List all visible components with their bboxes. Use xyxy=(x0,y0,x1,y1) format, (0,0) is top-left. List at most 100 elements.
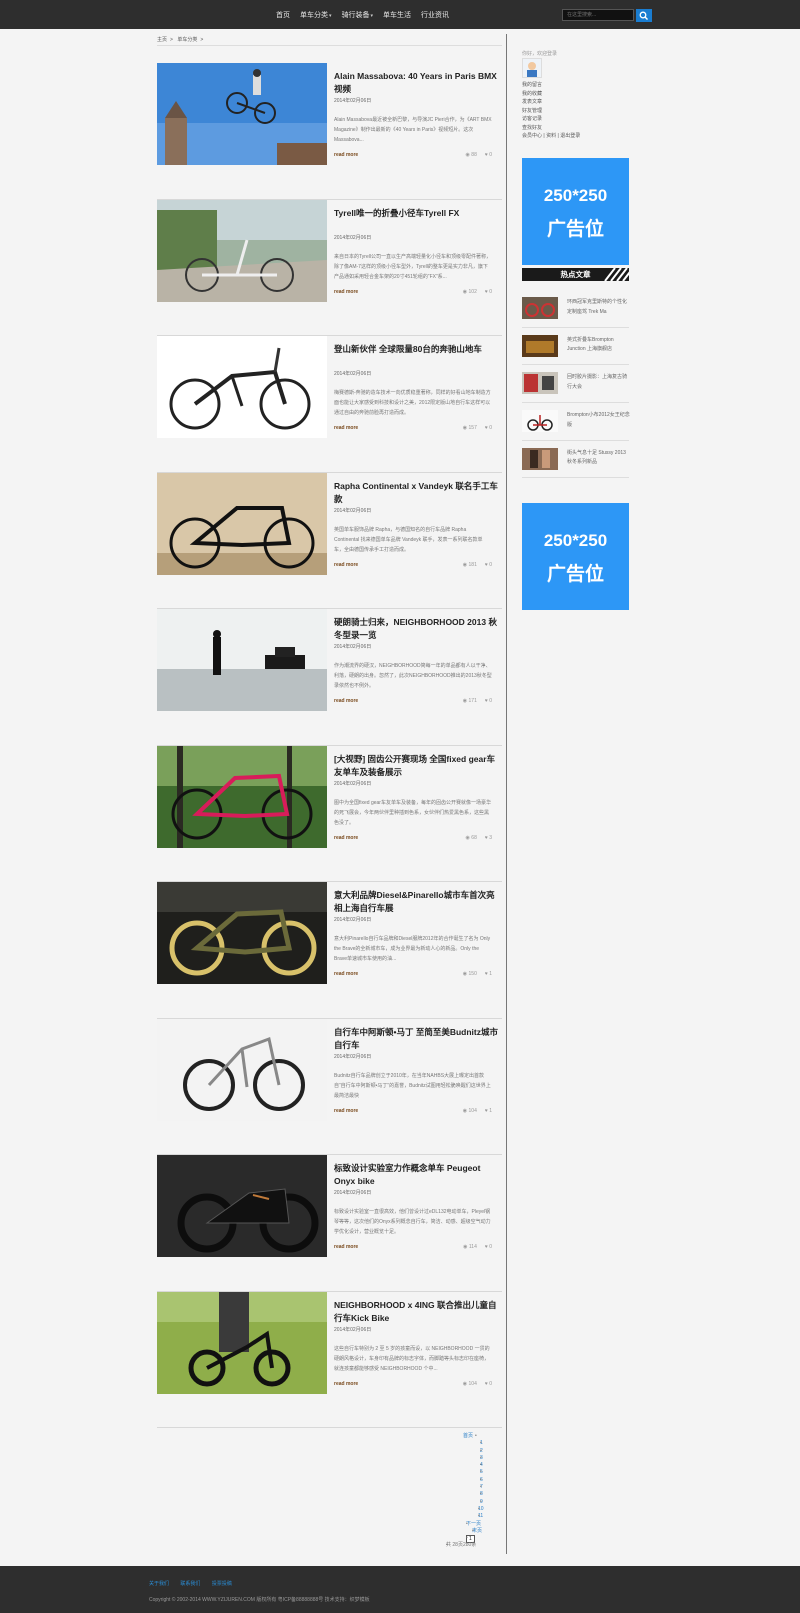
article-thumbnail[interactable] xyxy=(157,199,327,302)
hot-article-thumbnail[interactable] xyxy=(522,447,558,470)
breadcrumb-category[interactable]: 单车分类 xyxy=(177,37,197,43)
hot-article-item[interactable]: Brompton小布2012女王纪念版 xyxy=(522,403,631,441)
article-excerpt: Alain Massabova最近被全新巴黎，与导演JC Pieri合作，为《A… xyxy=(334,117,492,143)
article-title[interactable]: Alain Massabova: 40 Years in Paris BMX 视… xyxy=(334,70,502,96)
article-item: 硬朗骑士归来，NEIGHBORHOOD 2013 秋冬型录一览 2014年02月… xyxy=(157,609,502,746)
article-title[interactable]: 意大利品牌Diesel&Pinarello城市车首次亮相上海自行车展 xyxy=(334,889,502,915)
read-more-link[interactable]: read more xyxy=(334,971,358,977)
hot-article-item[interactable]: 街头气息十足 Stussy 2013 秋冬系列新品 xyxy=(522,441,629,479)
article-thumbnail[interactable] xyxy=(157,1155,327,1257)
page-link[interactable]: 6 xyxy=(440,1477,500,1485)
article-title[interactable]: Tyrell唯一的折叠小径车Tyrell FX xyxy=(334,207,502,220)
hot-article-item[interactable]: 环西冠军克里斯特的个性化定制座驾 Trek Ma xyxy=(522,290,629,328)
hot-article-thumbnail[interactable] xyxy=(522,372,558,395)
views-count: ◉ 104 xyxy=(462,1107,477,1114)
read-more-link[interactable]: read more xyxy=(334,152,358,158)
hot-article-thumbnail[interactable] xyxy=(522,297,558,319)
search-button[interactable] xyxy=(636,9,652,22)
link-my-favorites[interactable]: 我的收藏 xyxy=(522,90,580,99)
page-link[interactable]: 10 xyxy=(440,1506,500,1514)
article-title[interactable]: 自行车中阿斯顿•马丁 至简至美Budnitz城市自行车 xyxy=(334,1026,502,1052)
article-thumbnail[interactable] xyxy=(157,609,327,711)
read-more-link[interactable]: read more xyxy=(334,1381,358,1387)
article-thumbnail[interactable] xyxy=(157,336,327,438)
footer-link-submit[interactable]: 投票投稿 xyxy=(212,1581,232,1587)
page-link[interactable]: 11 xyxy=(440,1513,500,1521)
hot-article-title[interactable]: 英式折叠车Brompton Junction 上海旗舰店 xyxy=(567,336,631,355)
article-thumbnail[interactable] xyxy=(157,63,327,165)
hot-article-item[interactable]: 回时胶片摄影：上海复古骑行大会 xyxy=(522,365,631,404)
read-more-link[interactable]: read more xyxy=(334,1108,358,1114)
likes-count: ♥ 0 xyxy=(484,288,492,295)
link-find-friends[interactable]: 查找好友 xyxy=(522,124,580,133)
avatar[interactable] xyxy=(522,58,542,78)
link-member-center[interactable]: 会员中心 xyxy=(522,133,542,139)
article-thumbnail[interactable] xyxy=(157,882,327,984)
article-title[interactable]: 硬朗骑士归来，NEIGHBORHOOD 2013 秋冬型录一览 xyxy=(334,616,502,642)
search-input[interactable] xyxy=(562,9,634,21)
article-title[interactable]: NEIGHBORHOOD x 4ING 联合推出儿童自行车Kick Bike xyxy=(334,1299,502,1325)
page-link[interactable]: 5 xyxy=(440,1469,500,1477)
ad-banner-top[interactable]: 250*250 广告位 xyxy=(522,158,629,265)
article-thumbnail[interactable] xyxy=(157,1018,327,1121)
link-visitor-log[interactable]: 访客记录 xyxy=(522,115,580,124)
footer-link-contact[interactable]: 联系我们 xyxy=(180,1581,200,1587)
page-link[interactable]: 1 xyxy=(440,1440,500,1448)
hot-article-title[interactable]: 街头气息十足 Stussy 2013 秋冬系列新品 xyxy=(567,449,631,468)
nav-bike-life[interactable]: 单车生活 xyxy=(383,10,411,20)
hot-article-title[interactable]: Brompton小布2012女王纪念版 xyxy=(567,411,631,430)
heart-icon: ♥ xyxy=(484,834,488,841)
page-link[interactable]: 4 xyxy=(440,1462,500,1470)
nav-home[interactable]: 首页 xyxy=(276,10,290,20)
link-post-article[interactable]: 发表文章 xyxy=(522,98,580,107)
page-last[interactable]: 末页 xyxy=(440,1528,500,1536)
read-more-link[interactable]: read more xyxy=(334,698,358,704)
article-thumbnail[interactable] xyxy=(157,1291,327,1394)
read-more-link[interactable]: read more xyxy=(334,562,358,568)
nav-riding-gear[interactable]: 骑行装备▾ xyxy=(342,10,374,20)
read-more-link[interactable]: read more xyxy=(334,289,358,295)
caret-down-icon: ▾ xyxy=(370,12,374,19)
article-title[interactable]: Rapha Continental x Vandeyk 联名手工车款 xyxy=(334,480,502,506)
hot-article-item[interactable]: 英式折叠车Brompton Junction 上海旗舰店 xyxy=(522,328,629,366)
article-title[interactable]: 登山新伙伴 全球限量80台的奔驰山地车 xyxy=(334,343,502,356)
nav-bike-categories[interactable]: 单车分类▾ xyxy=(300,10,332,20)
article-stats: ◉ 88 ♥ 0 xyxy=(466,152,492,158)
article-thumbnail[interactable] xyxy=(157,472,327,575)
article-date: 2014年02月06日 xyxy=(334,644,372,650)
article-date: 2014年02月06日 xyxy=(334,507,372,514)
hot-article-thumbnail[interactable] xyxy=(522,410,558,433)
read-more-link[interactable]: read more xyxy=(334,425,358,431)
eye-icon: ◉ xyxy=(462,971,468,977)
page-link[interactable]: 9 xyxy=(440,1499,500,1507)
breadcrumb-home[interactable]: 主页 xyxy=(157,37,167,43)
hot-article-thumbnail[interactable] xyxy=(522,334,558,357)
article-date: 2014年02月06日 xyxy=(334,1326,372,1333)
article-title[interactable]: [大视野] 固齿公开赛现场 全国fixed gear车友单车及装备展示 xyxy=(334,753,502,779)
page-next[interactable]: 下一页 xyxy=(440,1521,500,1529)
read-more-link[interactable]: read more xyxy=(334,1244,358,1250)
page-link[interactable]: 7 xyxy=(440,1484,500,1492)
views-count: ◉ 114 xyxy=(463,1244,477,1250)
hot-article-title[interactable]: 回时胶片摄影：上海复古骑行大会 xyxy=(567,373,631,392)
article-stats: ◉ 171 ♥ 0 xyxy=(463,698,492,704)
heart-icon: ♥ xyxy=(484,1244,488,1250)
top-navigation-bar: 首页 单车分类▾ 骑行装备▾ 单车生活 行业资讯 xyxy=(0,0,800,29)
page-link[interactable]: 8 xyxy=(440,1491,500,1499)
article-thumbnail[interactable] xyxy=(157,745,327,848)
hot-article-title[interactable]: 环西冠军克里斯特的个性化定制座驾 Trek Ma xyxy=(567,298,631,317)
page-link[interactable]: 3 xyxy=(440,1455,500,1463)
article-title[interactable]: 标致设计实验室力作概念单车 Peugeot Onyx bike xyxy=(334,1162,502,1188)
page-first[interactable]: 首页 xyxy=(440,1433,500,1441)
link-profile[interactable]: 资料 xyxy=(546,133,556,139)
read-more-link[interactable]: read more xyxy=(334,835,358,841)
link-friend-manage[interactable]: 好友管理 xyxy=(522,107,580,116)
link-logout[interactable]: 退出登录 xyxy=(560,133,580,139)
ad-banner-bottom[interactable]: 250*250 广告位 xyxy=(522,503,629,610)
footer-link-about[interactable]: 关于我们 xyxy=(149,1581,169,1587)
link-my-messages[interactable]: 我的留言 xyxy=(522,81,580,90)
nav-industry-news[interactable]: 行业资讯 xyxy=(421,10,449,20)
article-date: 2014年02月06日 xyxy=(334,780,372,787)
heart-icon: ♥ xyxy=(484,971,488,977)
page-link[interactable]: 2 xyxy=(440,1448,500,1456)
